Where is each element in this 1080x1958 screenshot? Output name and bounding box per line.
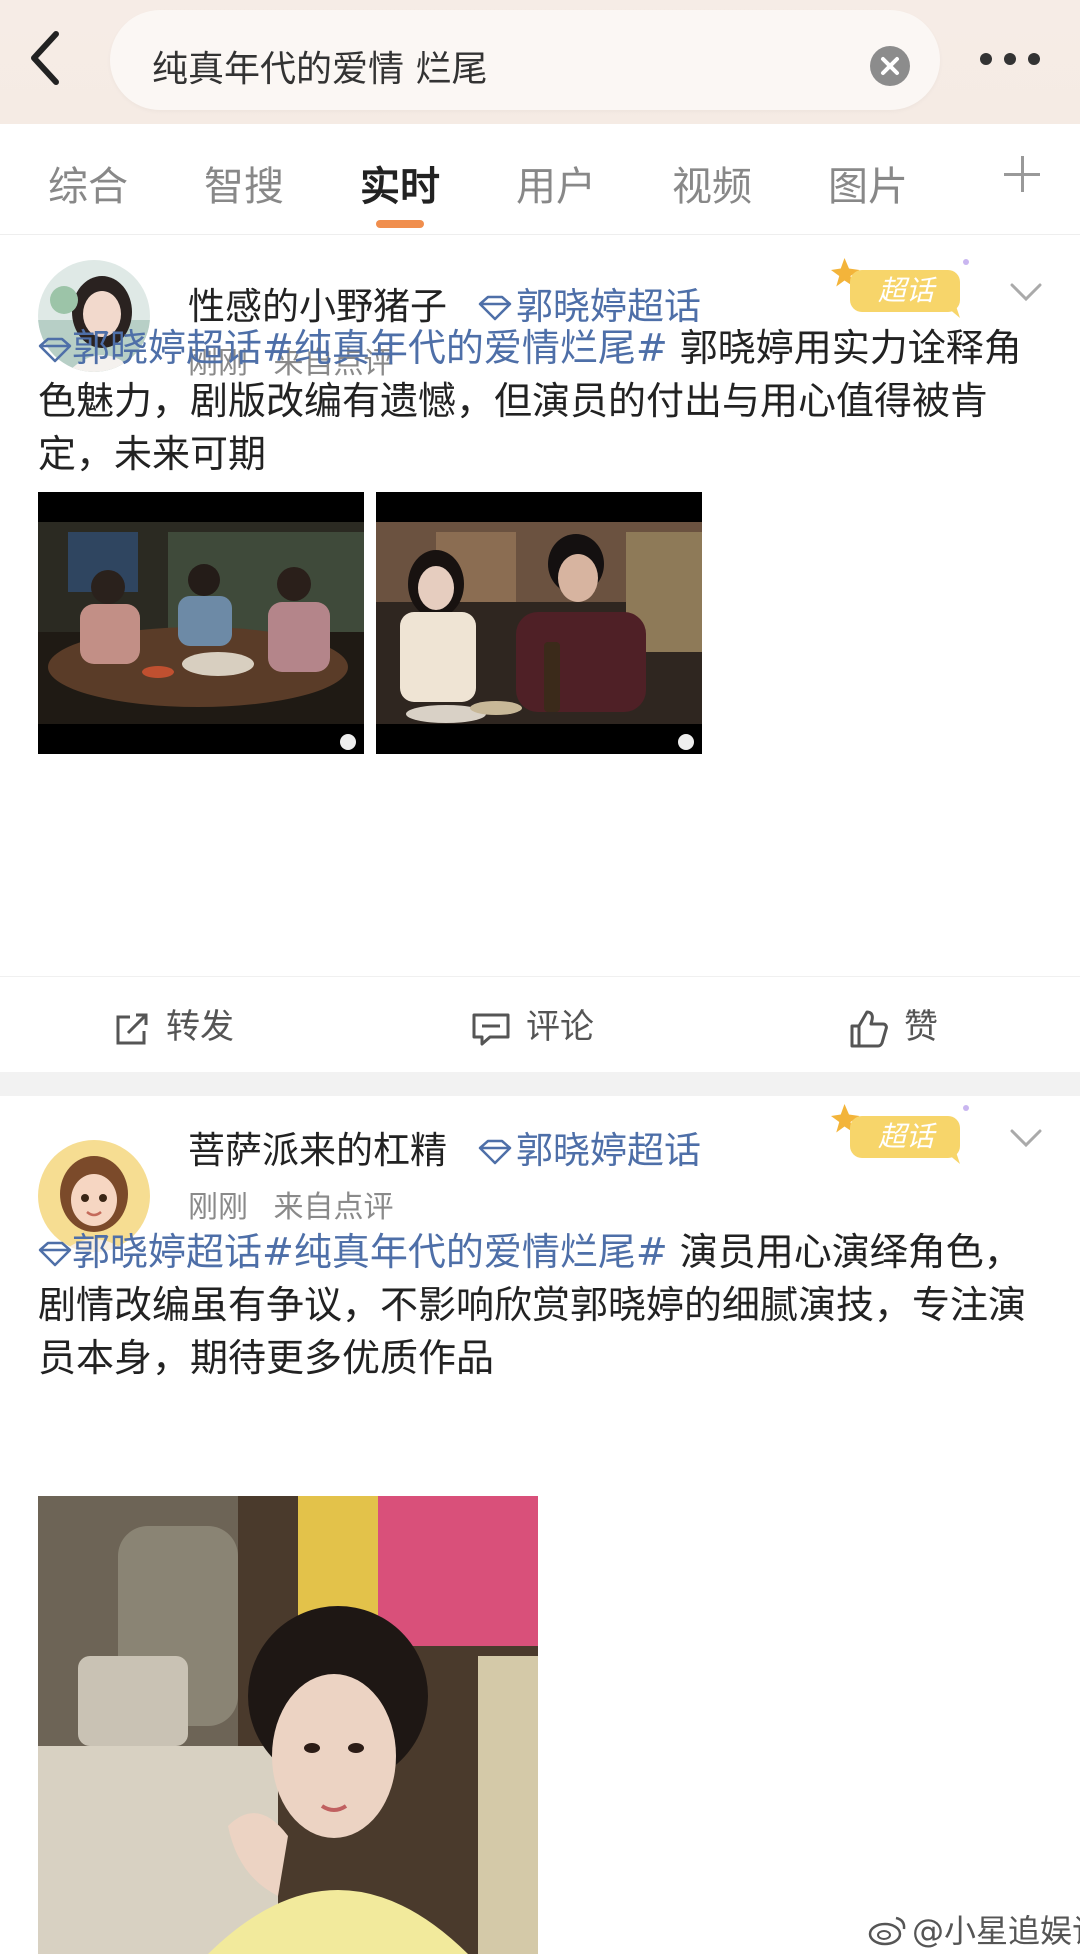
supertopic-label: 郭晓婷超话 bbox=[516, 1129, 701, 1172]
hashtag-topic-link[interactable]: 郭晓婷超话 bbox=[38, 326, 262, 370]
diamond-icon bbox=[38, 1241, 72, 1267]
post-image[interactable] bbox=[38, 492, 364, 754]
share-icon bbox=[116, 1013, 148, 1044]
hashtag-topic-link[interactable]: 郭晓婷超话 bbox=[38, 1230, 262, 1274]
tab-users[interactable]: 用户 bbox=[516, 154, 596, 212]
close-icon bbox=[881, 57, 899, 75]
post-card: 菩萨派来的杠精 郭晓婷超话 刚刚 来自点评 超话 郭晓婷超话#纯真年代的爱情烂尾… bbox=[0, 1096, 1080, 1958]
like-label: 赞 bbox=[904, 1007, 938, 1047]
tab-comprehensive[interactable]: 综合 bbox=[48, 154, 128, 212]
chevron-left-icon bbox=[31, 31, 59, 85]
search-input[interactable]: 纯真年代的爱情 烂尾 bbox=[110, 10, 940, 110]
supertopic-link[interactable]: 郭晓婷超话 bbox=[478, 1120, 701, 1174]
hashtag-topic-label: 郭晓婷超话 bbox=[72, 326, 263, 370]
add-tab-icon[interactable] bbox=[1004, 156, 1040, 192]
watermark-label: @小星追娱记 bbox=[912, 1912, 1080, 1950]
like-button[interactable]: 赞 bbox=[848, 999, 938, 1049]
diamond-icon bbox=[478, 295, 512, 321]
badge-label: 超话 bbox=[878, 1120, 937, 1153]
diamond-icon bbox=[478, 1139, 512, 1165]
tab-videos[interactable]: 视频 bbox=[672, 154, 752, 212]
couple-scene-image bbox=[376, 492, 702, 754]
tab-smart-search[interactable]: 智搜 bbox=[204, 154, 284, 212]
hashtag-link[interactable]: #纯真年代的爱情烂尾# bbox=[262, 326, 668, 370]
supertopic-badge[interactable]: 超话 bbox=[828, 252, 978, 322]
repost-button[interactable]: 转发 bbox=[112, 999, 234, 1049]
hashtag-link[interactable]: #纯真年代的爱情烂尾# bbox=[262, 1230, 668, 1274]
comment-label: 评论 bbox=[526, 1007, 594, 1047]
username[interactable]: 菩萨派来的杠精 bbox=[188, 1120, 447, 1174]
diamond-icon bbox=[38, 337, 72, 363]
dot-icon bbox=[980, 53, 992, 65]
post-meta: 刚刚 来自点评 bbox=[188, 1182, 410, 1226]
chevron-down-icon[interactable] bbox=[1008, 280, 1044, 304]
badge-label: 超话 bbox=[878, 274, 937, 307]
badge-icon: 超话 bbox=[831, 1104, 969, 1164]
search-header: 纯真年代的爱情 烂尾 bbox=[0, 0, 1080, 124]
post-image[interactable] bbox=[376, 492, 702, 754]
hashtag-topic-label: 郭晓婷超话 bbox=[72, 1230, 263, 1274]
tab-images[interactable]: 图片 bbox=[828, 154, 908, 212]
dinner-scene-image bbox=[38, 492, 364, 754]
clear-search-button[interactable] bbox=[870, 46, 910, 86]
back-button[interactable] bbox=[26, 28, 76, 88]
thumbs-up-icon bbox=[850, 1010, 888, 1047]
comment-icon bbox=[472, 1013, 510, 1045]
repost-label: 转发 bbox=[166, 1007, 234, 1047]
search-query: 纯真年代的爱情 烂尾 bbox=[152, 49, 488, 90]
watermark: @小星追娱记 bbox=[868, 1906, 1080, 1952]
post-source: 来自点评 bbox=[273, 1190, 394, 1225]
dot-icon bbox=[1004, 53, 1016, 65]
comment-button[interactable]: 评论 bbox=[470, 999, 594, 1049]
weibo-logo-icon bbox=[868, 1916, 906, 1946]
post-time: 刚刚 bbox=[188, 1190, 248, 1225]
supertopic-badge[interactable]: 超话 bbox=[828, 1098, 978, 1168]
tab-realtime[interactable]: 实时 bbox=[360, 154, 440, 212]
portrait-image bbox=[38, 1496, 538, 1954]
dot-icon bbox=[1028, 53, 1040, 65]
chevron-down-icon[interactable] bbox=[1008, 1126, 1044, 1150]
post-action-bar: 转发 评论 赞 bbox=[0, 976, 1080, 1071]
post-image[interactable] bbox=[38, 1496, 538, 1954]
post-separator bbox=[0, 1072, 1080, 1096]
active-tab-indicator bbox=[376, 220, 424, 228]
badge-icon: 超话 bbox=[831, 258, 969, 318]
more-options-button[interactable] bbox=[980, 50, 1052, 66]
post-card: 性感的小野猪子 郭晓婷超话 刚刚 来自点评 超话 郭晓婷超话#纯真年代的爱情烂尾… bbox=[0, 236, 1080, 1072]
